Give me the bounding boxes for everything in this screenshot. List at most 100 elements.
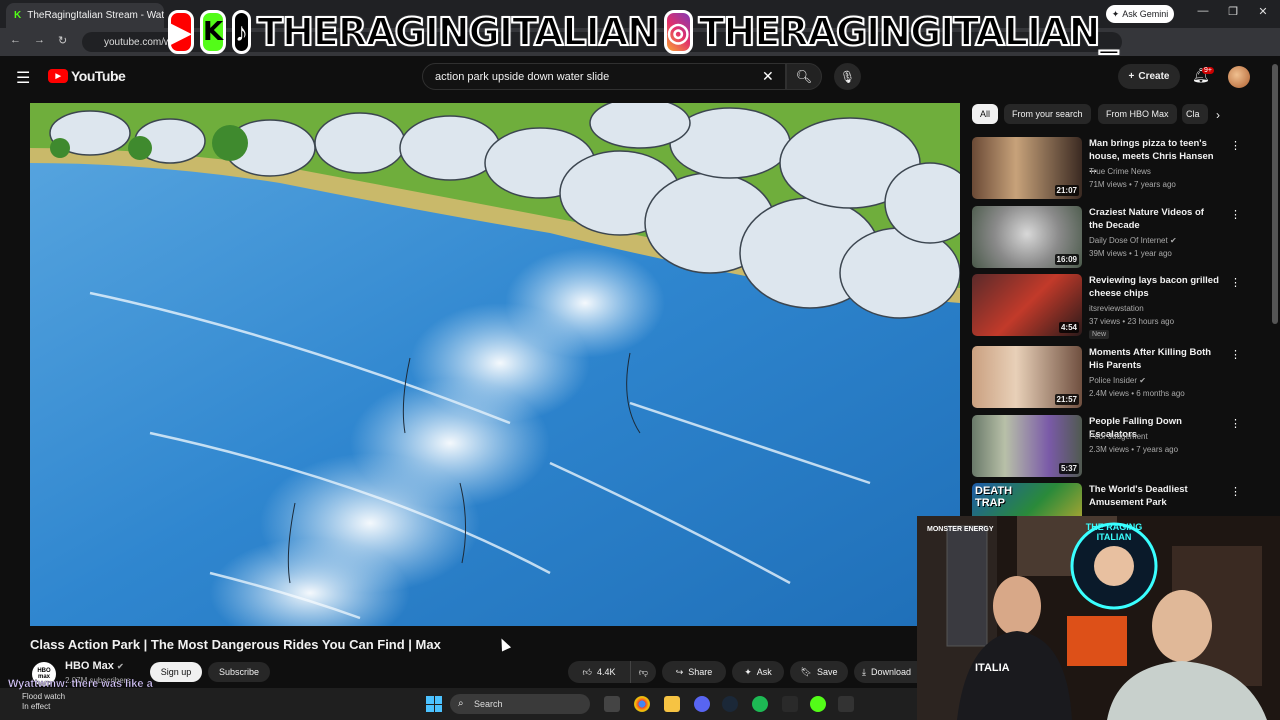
video-thumbnail: 4:54 <box>972 274 1082 336</box>
account-avatar[interactable] <box>1228 66 1250 88</box>
search-icon: ⌕ <box>458 698 464 709</box>
more-options-icon[interactable]: ⋮ <box>1230 417 1241 430</box>
sign-up-button[interactable]: Sign up <box>150 662 202 682</box>
ask-button[interactable]: ✦ Ask <box>732 661 784 683</box>
chip-all[interactable]: All <box>972 104 999 124</box>
youtube-logo-icon: ▶ <box>168 10 194 54</box>
epic-games-icon[interactable] <box>782 696 798 712</box>
back-icon[interactable]: ← <box>10 34 21 46</box>
video-thumbnail: 21:07 <box>972 137 1082 199</box>
chip-from-your-search[interactable]: From your search <box>1004 104 1091 124</box>
steam-icon[interactable] <box>722 696 738 712</box>
shirt-text: ITALIA <box>975 662 1010 674</box>
video-thumbnail: 16:09 <box>972 206 1082 268</box>
subscribe-button[interactable]: Subscribe <box>208 662 270 682</box>
task-view-icon[interactable] <box>604 696 620 712</box>
channel-name[interactable]: HBO Max ✔ <box>65 660 124 672</box>
share-label: Share <box>688 667 713 677</box>
dislike-button[interactable]: 👎︎ <box>630 661 656 683</box>
recommendation-channel: True Crime News <box>1089 167 1151 176</box>
search-button[interactable]: 🔍︎ <box>786 63 822 90</box>
like-button[interactable]: 👍︎ 4.4K <box>568 661 630 683</box>
recommendation-item[interactable]: 16:09 Craziest Nature Videos of the Deca… <box>972 206 1272 268</box>
recommendation-item[interactable]: DEATH TRAP The World's Deadliest Amuseme… <box>972 483 1272 516</box>
reload-icon[interactable]: ↻ <box>58 34 67 47</box>
plus-icon: + <box>1128 71 1135 82</box>
voice-search-button[interactable]: 🎙︎ <box>834 63 861 90</box>
create-button[interactable]: + Create <box>1118 64 1180 89</box>
thumbnail-text: DEATH TRAP <box>975 485 1013 509</box>
minimize-button[interactable]: — <box>1193 5 1213 21</box>
more-options-icon[interactable]: ⋮ <box>1230 208 1241 221</box>
taskbar-search-input[interactable]: Search <box>450 694 590 714</box>
video-thumbnail: 21:57 <box>972 346 1082 408</box>
stream-chat-line: Wyattwmw: there was like a <box>8 678 153 690</box>
file-explorer-icon[interactable] <box>664 696 680 712</box>
notifications-count-badge: 9+ <box>1202 67 1214 74</box>
app-icon[interactable] <box>838 696 854 712</box>
share-icon: ↪ <box>675 666 684 677</box>
chip-cla[interactable]: Cla <box>1182 104 1208 124</box>
clear-search-icon[interactable]: ✕ <box>762 68 774 85</box>
thumbs-up-icon: 👍︎ <box>582 666 592 677</box>
chrome-icon[interactable] <box>634 696 650 712</box>
ask-label: Ask <box>756 667 772 677</box>
more-options-icon[interactable]: ⋮ <box>1230 276 1241 289</box>
more-options-icon[interactable]: ⋮ <box>1230 348 1241 361</box>
kick-favicon-icon: K <box>14 10 22 21</box>
chip-from-hbo-max[interactable]: From HBO Max <box>1098 104 1177 124</box>
duration-badge: 16:09 <box>1054 254 1079 265</box>
ask-gemini-label: Ask Gemini <box>1122 9 1169 19</box>
recommendation-item[interactable]: 21:57 Moments After Killing Both His Par… <box>972 346 1272 408</box>
recommendation-item[interactable]: 21:07 Man brings pizza to teen's house, … <box>972 137 1272 199</box>
download-icon: ⤓ <box>862 666 866 677</box>
create-label: Create <box>1138 71 1170 82</box>
maximize-button[interactable]: ❐ <box>1223 5 1243 21</box>
verified-icon: ✔ <box>1139 376 1146 385</box>
share-button[interactable]: ↪ Share <box>662 661 726 683</box>
browser-tab[interactable]: K TheRagingItalian Stream - Wat ✕ <box>6 3 164 28</box>
recommendation-channel: Police Insider ✔ <box>1089 376 1146 385</box>
youtube-logo[interactable]: ▶ YouTube <box>48 68 126 84</box>
search-input[interactable]: action park upside down water slide <box>422 63 786 90</box>
thumbs-down-icon: 👎︎ <box>638 666 649 677</box>
discord-icon[interactable] <box>694 696 710 712</box>
channel-name-text: HBO Max <box>65 660 114 672</box>
save-button[interactable]: 🔖︎ Save <box>790 661 848 683</box>
webcam-scene <box>917 516 1280 720</box>
bookmark-icon: 🔖︎ <box>800 666 812 677</box>
youtube-play-icon: ▶ <box>48 69 68 83</box>
forward-icon[interactable]: → <box>34 34 45 46</box>
microphone-icon: 🎙︎ <box>839 69 856 84</box>
duration-badge: 21:57 <box>1054 394 1079 405</box>
close-window-button[interactable]: ✕ <box>1253 5 1273 21</box>
recommendation-item[interactable]: 5:37 People Falling Down Escalators Poor… <box>972 415 1272 477</box>
chevron-right-icon[interactable]: › <box>1216 108 1220 122</box>
duration-badge: 5:37 <box>1058 463 1079 474</box>
duration-badge: 21:07 <box>1054 185 1079 196</box>
download-button[interactable]: ⤓ Download <box>854 661 917 683</box>
more-options-icon[interactable]: ⋮ <box>1230 139 1241 152</box>
new-badge: New <box>1089 330 1110 339</box>
sparkle-icon: ✦ <box>744 666 752 677</box>
taskbar-search-placeholder: Search <box>474 699 503 709</box>
recommendation-item[interactable]: 4:54 Reviewing lays bacon grilled cheese… <box>972 274 1272 339</box>
video-title: Class Action Park | The Most Dangerous R… <box>30 637 441 652</box>
verified-icon: ✔ <box>1169 236 1177 245</box>
recommendation-meta: 2.3M views • 7 years ago <box>1089 445 1179 454</box>
more-options-icon[interactable]: ⋮ <box>1230 485 1241 498</box>
weather-subtitle: In effect <box>22 702 51 711</box>
tiktok-logo-icon: ♪ <box>232 10 252 54</box>
recommendation-title: Reviewing lays bacon grilled cheese chip… <box>1089 275 1219 299</box>
like-count: 4.4K <box>596 667 616 677</box>
instagram-logo-icon: ◎ <box>663 10 693 54</box>
windows-start-icon[interactable] <box>426 696 442 712</box>
video-player[interactable] <box>30 103 960 626</box>
hamburger-menu-icon[interactable]: ☰ <box>16 68 30 88</box>
app-icon[interactable] <box>810 696 826 712</box>
weather-widget[interactable]: Flood watch In effect <box>22 692 65 712</box>
recommendation-meta: 37 views • 23 hours ago <box>1089 317 1175 326</box>
spotify-icon[interactable] <box>752 696 768 712</box>
sidebar-scrollbar[interactable] <box>1272 64 1278 324</box>
video-frame-illustration <box>30 103 960 626</box>
